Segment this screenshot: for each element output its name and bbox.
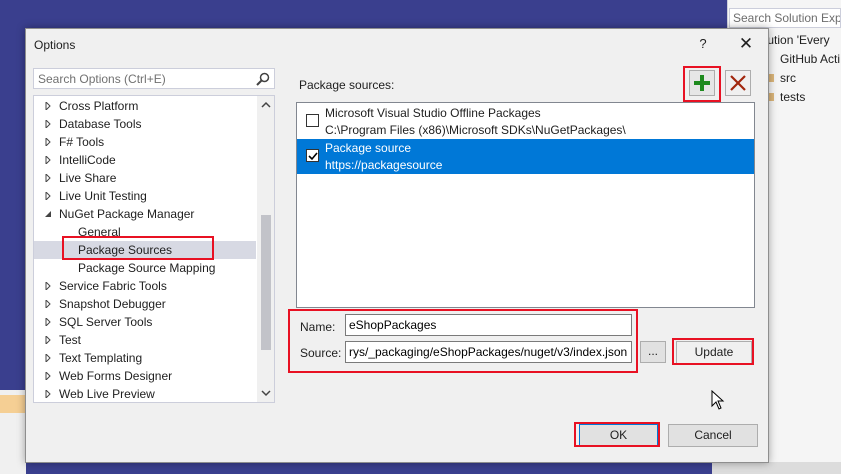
plus-icon — [694, 75, 710, 91]
tree-item-nuget-package-manager[interactable]: NuGet Package Manager — [34, 205, 256, 223]
tree-item-web-live-preview[interactable]: Web Live Preview — [34, 385, 256, 402]
expand-arrow-icon[interactable] — [44, 390, 52, 398]
tree-item-text-templating[interactable]: Text Templating — [34, 349, 256, 367]
source-path: C:\Program Files (x86)\Microsoft SDKs\Nu… — [325, 123, 626, 137]
options-dialog: Options ? ✕ Cross Platform Database Tools… — [25, 28, 769, 463]
update-button[interactable]: Update — [676, 341, 752, 364]
expand-arrow-icon[interactable] — [44, 318, 52, 326]
options-search-input[interactable] — [38, 71, 248, 86]
close-icon — [730, 75, 746, 91]
tree-item-web-forms-designer[interactable]: Web Forms Designer — [34, 367, 256, 385]
dialog-title: Options — [34, 38, 76, 52]
status-strip — [0, 395, 26, 413]
source-checkbox[interactable] — [306, 149, 319, 162]
browse-button[interactable]: ... — [640, 341, 666, 363]
ok-button[interactable]: OK — [579, 424, 658, 447]
expand-arrow-icon[interactable] — [44, 102, 52, 110]
tree-item-label: NuGet Package Manager — [59, 207, 195, 221]
tree-item-label: Service Fabric Tools — [59, 279, 167, 293]
remove-source-button[interactable] — [725, 70, 751, 96]
tree-item-label: Web Forms Designer — [59, 369, 173, 383]
tree-item-label: Text Templating — [59, 351, 143, 365]
tree-item-label: General — [78, 225, 121, 239]
tree-scrollbar[interactable] — [257, 96, 274, 402]
tree-item-label: Web Live Preview — [59, 387, 155, 401]
cancel-button[interactable]: Cancel — [668, 424, 758, 447]
list-item-offline-packages[interactable]: Microsoft Visual Studio Offline Packages… — [297, 104, 754, 139]
collapse-arrow-icon[interactable] — [44, 210, 52, 218]
source-checkbox[interactable] — [306, 114, 319, 127]
checkmark-icon — [308, 152, 318, 161]
tree-item-label: SQL Server Tools — [59, 315, 153, 329]
package-sources-heading: Package sources: — [299, 78, 395, 92]
expand-arrow-icon[interactable] — [44, 192, 52, 200]
expand-arrow-icon[interactable] — [44, 120, 52, 128]
tree-item-snapshot-debugger[interactable]: Snapshot Debugger — [34, 295, 256, 313]
tree-item-package-source-mapping[interactable]: Package Source Mapping — [34, 259, 256, 277]
tree-item-label: Package Source Mapping — [78, 261, 216, 275]
source-name: Microsoft Visual Studio Offline Packages — [325, 106, 541, 120]
tree-item-intellicode[interactable]: IntelliCode — [34, 151, 256, 169]
tree-item-label: Cross Platform — [59, 99, 139, 113]
search-icon[interactable] — [255, 71, 271, 87]
tree-item-general[interactable]: General — [34, 223, 256, 241]
tree-item-live-share[interactable]: Live Share — [34, 169, 256, 187]
status-bar-background — [712, 462, 841, 474]
tree-item-test[interactable]: Test — [34, 331, 256, 349]
tree-item-f-tools[interactable]: F# Tools — [34, 133, 256, 151]
options-tree: Cross Platform Database Tools F# Tools Inte… — [33, 95, 275, 403]
tree-item-label: Package Sources — [78, 243, 173, 257]
expand-arrow-icon[interactable] — [44, 300, 52, 308]
expand-arrow-icon[interactable] — [44, 174, 52, 182]
mouse-cursor-icon — [711, 390, 725, 410]
tree-item-label: Live Share — [59, 171, 117, 185]
tree-item-label: F# Tools — [59, 135, 105, 149]
tree-item-label: Database Tools — [59, 117, 142, 131]
close-button[interactable]: ✕ — [735, 34, 757, 54]
name-field[interactable]: eShopPackages — [345, 314, 632, 336]
tree-item-label: Snapshot Debugger — [59, 297, 166, 311]
tree-item-label: IntelliCode — [59, 153, 116, 167]
expand-arrow-icon[interactable] — [44, 282, 52, 290]
tree-item-cross-platform[interactable]: Cross Platform — [34, 97, 256, 115]
src-folder-node[interactable]: src — [780, 71, 796, 85]
options-search-box — [33, 68, 275, 89]
expand-arrow-icon[interactable] — [44, 354, 52, 362]
help-button[interactable]: ? — [695, 34, 711, 54]
name-label: Name: — [300, 320, 336, 334]
expand-arrow-icon[interactable] — [44, 372, 52, 380]
source-name: Package source — [325, 141, 412, 155]
add-source-button[interactable] — [689, 70, 715, 96]
list-item-package-source[interactable]: Package source https://packagesource — [297, 139, 754, 174]
tree-item-database-tools[interactable]: Database Tools — [34, 115, 256, 133]
tree-item-label: Test — [59, 333, 82, 347]
scroll-thumb[interactable] — [261, 215, 271, 350]
tree-item-service-fabric-tools[interactable]: Service Fabric Tools — [34, 277, 256, 295]
tests-folder-node[interactable]: tests — [780, 90, 805, 104]
expand-arrow-icon[interactable] — [44, 336, 52, 344]
expand-arrow-icon[interactable] — [44, 156, 52, 164]
source-path: https://packagesource — [325, 158, 443, 172]
github-actions-node[interactable]: GitHub Acti — [780, 52, 840, 66]
tree-item-label: Live Unit Testing — [59, 189, 147, 203]
tree-item-live-unit-testing[interactable]: Live Unit Testing — [34, 187, 256, 205]
tree-item-package-sources[interactable]: Package Sources — [34, 241, 256, 259]
tree-item-sql-server-tools[interactable]: SQL Server Tools — [34, 313, 256, 331]
chevron-up-icon[interactable] — [261, 101, 271, 109]
source-label: Source: — [300, 346, 342, 360]
chevron-down-icon[interactable] — [261, 389, 271, 397]
expand-arrow-icon[interactable] — [44, 138, 52, 146]
package-sources-list: Microsoft Visual Studio Offline Packages… — [296, 102, 755, 308]
solution-explorer-search[interactable]: Search Solution Explo — [729, 8, 841, 28]
source-field[interactable]: rys/_packaging/eShopPackages/nuget/v3/in… — [345, 341, 632, 363]
